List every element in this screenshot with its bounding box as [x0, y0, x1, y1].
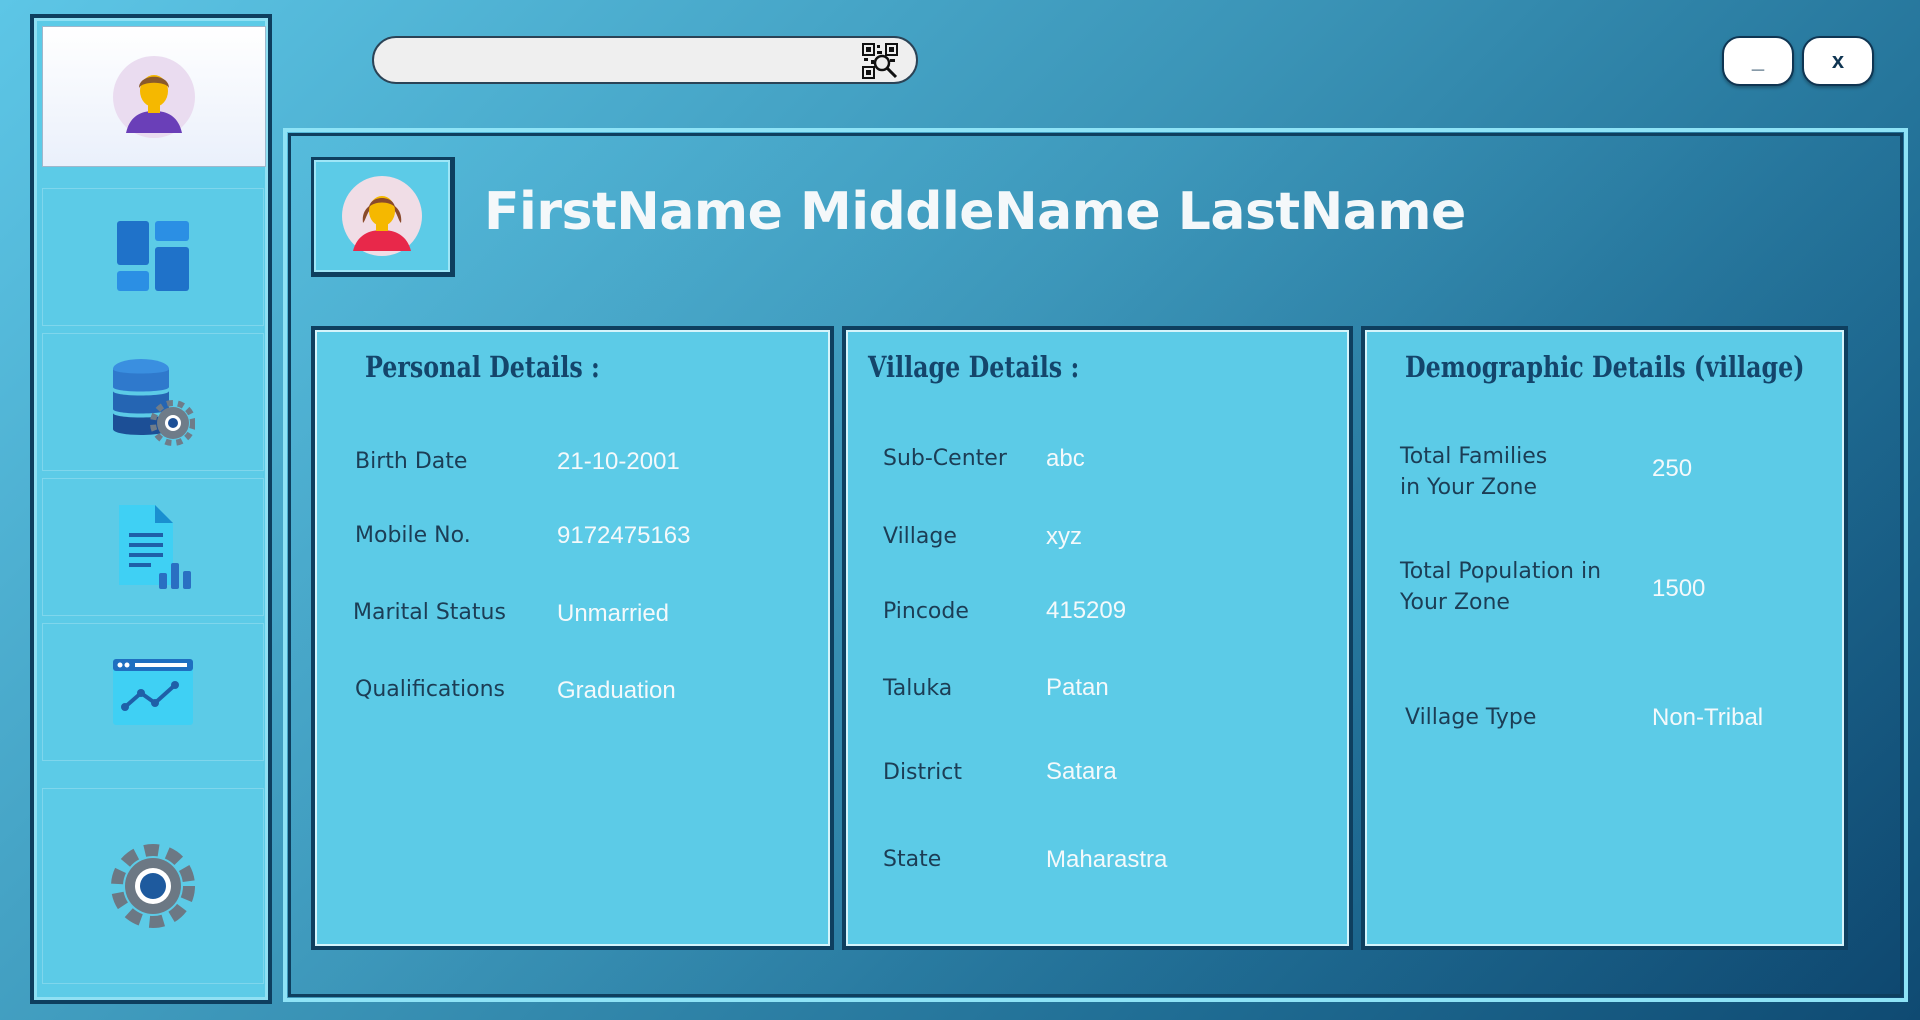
marital-status-value: Unmarried	[557, 600, 670, 627]
village-type-label: Village Type	[1405, 705, 1537, 730]
sub-center-label: Sub-Center	[883, 446, 1007, 471]
personal-details-title: Personal Details :	[365, 350, 600, 384]
minimize-button[interactable]: _	[1722, 36, 1794, 86]
sidebar-profile-button[interactable]	[42, 26, 266, 167]
qualifications-value: Graduation	[557, 677, 676, 704]
pincode-value: 415209	[1046, 597, 1127, 624]
taluka-label: Taluka	[883, 676, 953, 701]
total-families-value: 250	[1652, 455, 1693, 482]
village-details-card: Village Details : Sub-Center abc Village…	[842, 326, 1353, 950]
close-button[interactable]: x	[1802, 36, 1874, 86]
sidebar-item-report[interactable]	[42, 478, 264, 616]
demographic-details-card: Demographic Details (village) Total Fami…	[1361, 326, 1848, 950]
male-user-avatar-icon	[113, 55, 195, 138]
total-families-label-line1: Total Families	[1400, 444, 1548, 469]
sidebar-item-settings[interactable]	[42, 788, 264, 984]
total-population-label-line1: Total Population in	[1400, 559, 1602, 584]
profile-avatar-frame	[311, 157, 455, 277]
village-label: Village	[883, 524, 957, 549]
sidebar-item-analytics[interactable]	[42, 623, 264, 761]
district-label: District	[883, 760, 963, 785]
birth-date-value: 21-10-2001	[557, 448, 680, 475]
taluka-value: Patan	[1046, 674, 1109, 701]
demographic-details-title: Demographic Details (village)	[1405, 350, 1805, 384]
sidebar-item-dashboard[interactable]	[42, 188, 264, 326]
search-input[interactable]	[390, 46, 854, 76]
village-value: xyz	[1046, 523, 1082, 550]
village-type-value: Non-Tribal	[1652, 704, 1764, 731]
browser-line-chart-icon	[113, 659, 193, 725]
state-value: Maharastra	[1046, 846, 1168, 873]
personal-details-card: Personal Details : Birth Date 21-10-2001…	[311, 326, 834, 950]
database-gear-icon	[113, 359, 195, 446]
mobile-no-value: 9172475163	[557, 522, 691, 549]
sub-center-value: abc	[1046, 445, 1085, 472]
district-value: Satara	[1046, 758, 1117, 785]
pincode-label: Pincode	[883, 599, 969, 624]
qualifications-label: Qualifications	[355, 677, 506, 702]
total-population-value: 1500	[1652, 575, 1706, 602]
mobile-no-label: Mobile No.	[355, 523, 471, 548]
total-families-label-line2: in Your Zone	[1400, 475, 1538, 500]
document-chart-icon	[119, 505, 191, 589]
qr-code-search-icon[interactable]	[862, 43, 898, 79]
female-user-avatar-icon	[342, 176, 422, 256]
search-bar	[372, 36, 918, 84]
state-label: State	[883, 847, 942, 872]
sidebar	[30, 14, 272, 1004]
birth-date-label: Birth Date	[355, 449, 468, 474]
total-population-label-line2: Your Zone	[1400, 590, 1510, 615]
dashboard-layout-icon	[117, 221, 189, 291]
sidebar-item-database-settings[interactable]	[42, 333, 264, 471]
village-details-title: Village Details :	[868, 350, 1080, 384]
gear-icon	[111, 844, 195, 928]
profile-full-name: FirstName MiddleName LastName	[484, 182, 1466, 242]
marital-status-label: Marital Status	[353, 600, 506, 625]
